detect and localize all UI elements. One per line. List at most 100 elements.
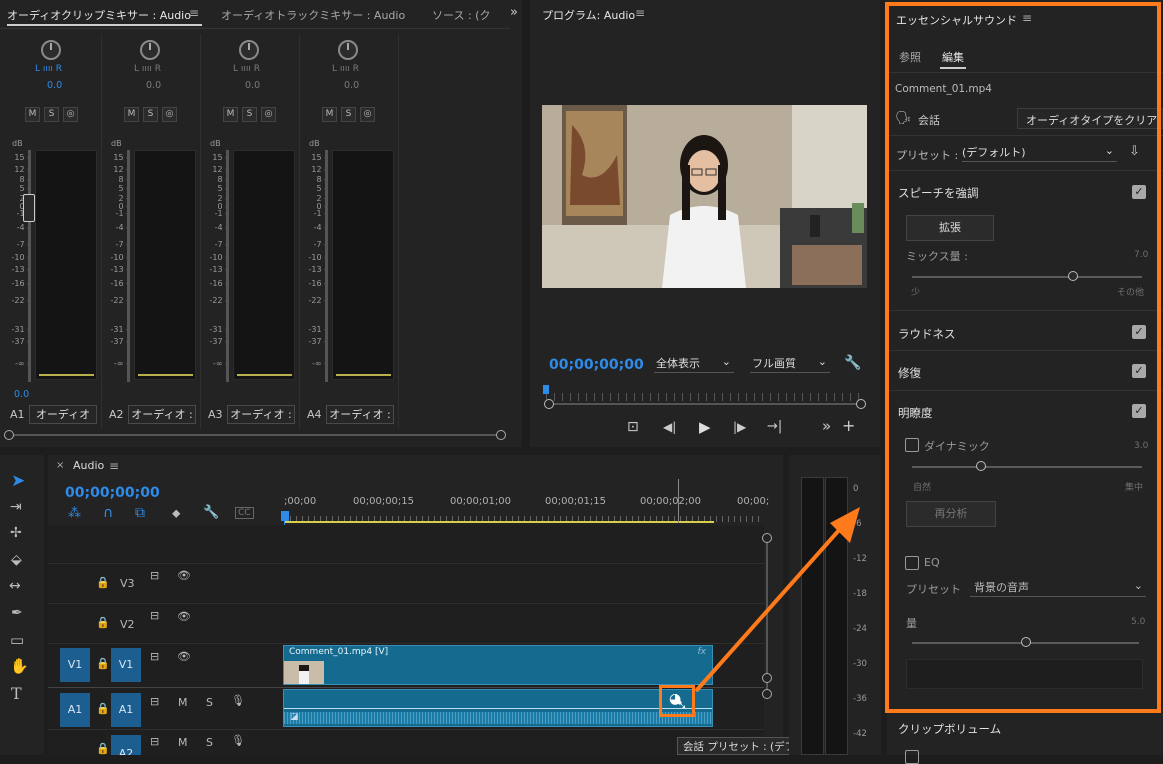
fader-track[interactable] [226, 150, 229, 382]
mute-button[interactable]: M [178, 736, 188, 749]
amount-thumb[interactable] [1020, 637, 1031, 647]
volume-rubber-band[interactable] [284, 708, 712, 709]
step-back-icon[interactable]: ◀| [663, 420, 676, 434]
more-controls-icon[interactable]: » [822, 417, 831, 435]
panel-menu-icon[interactable]: ≡ [189, 6, 199, 20]
pan-knob[interactable] [140, 40, 160, 60]
scrub-bar[interactable] [546, 393, 862, 401]
sync-lock-icon[interactable]: ⊟ [150, 569, 159, 582]
eye-icon[interactable]: 👁 [177, 610, 191, 623]
sync-lock-icon[interactable]: ⊟ [150, 650, 159, 663]
dynamics-checkbox[interactable] [905, 438, 919, 452]
rectangle-tool-icon[interactable]: ▭ [10, 631, 24, 649]
panel-menu-icon[interactable]: ≡ [635, 6, 645, 20]
razor-tool-icon[interactable]: ⬙ [11, 552, 22, 568]
keyframe-button[interactable]: ◎ [63, 107, 78, 122]
go-to-out-icon[interactable]: →| [767, 419, 782, 434]
wrench-icon[interactable]: 🔧 [844, 355, 861, 371]
keyframe-button[interactable]: ◎ [162, 107, 177, 122]
volume-fader-handle[interactable] [23, 194, 35, 222]
lock-icon[interactable]: 🔒 [96, 657, 110, 670]
eq-checkbox[interactable] [905, 556, 919, 570]
solo-button[interactable]: S [206, 736, 213, 749]
add-button-icon[interactable]: + [842, 416, 855, 435]
clip-volume-checkbox[interactable] [905, 750, 919, 764]
fader-track[interactable] [28, 150, 31, 382]
hand-tool-icon[interactable]: ✋ [10, 657, 29, 675]
tab-browse[interactable]: 参照 [899, 49, 921, 65]
channel-name-a4[interactable]: オーディオ : [326, 405, 394, 424]
mute-button[interactable]: M [322, 107, 337, 122]
panel-menu-icon[interactable]: ≡ [109, 459, 119, 473]
dynamics-thumb[interactable] [976, 461, 986, 471]
type-tool-icon[interactable]: T [11, 684, 22, 703]
insert-nest-icon[interactable]: ⁂ [68, 506, 81, 521]
solo-button[interactable]: S [143, 107, 158, 122]
panel-menu-icon[interactable]: ≡ [1022, 11, 1032, 25]
tab-audio-clip-mixer[interactable]: オーディオクリップミキサー : Audio [7, 7, 191, 23]
source-patch-v1[interactable]: V1 [60, 648, 90, 682]
track-target-a1[interactable]: A1 [111, 693, 141, 727]
repair-checkbox[interactable]: ✓ [1132, 364, 1146, 378]
track-target-a2[interactable]: A2 [111, 735, 141, 755]
playhead-marker[interactable] [543, 385, 549, 394]
lift-icon[interactable]: ⊡ [627, 419, 639, 435]
audio-clip[interactable]: ◪ [283, 689, 713, 727]
video-clip[interactable]: Comment_01.mp4 [V] fx [283, 645, 713, 685]
sequence-tab[interactable]: Audio [73, 459, 104, 472]
captions-icon[interactable]: CC [235, 507, 254, 519]
solo-button[interactable]: S [44, 107, 59, 122]
selection-tool-icon[interactable]: ➤ [11, 471, 25, 491]
channel-name-a2[interactable]: オーディオ : [128, 405, 196, 424]
ripple-edit-tool-icon[interactable]: ✢ [10, 525, 22, 541]
wrench-icon[interactable]: 🔧 [203, 505, 219, 520]
sync-lock-icon[interactable]: ⊟ [150, 735, 159, 748]
zoom-handle-left[interactable] [544, 399, 554, 409]
linked-selection-icon[interactable]: ⧉ [135, 505, 145, 521]
pen-tool-icon[interactable]: ✒ [11, 605, 23, 621]
pan-knob[interactable] [338, 40, 358, 60]
microphone-icon[interactable]: 🎙 [231, 694, 245, 707]
work-area-bar[interactable] [284, 521, 714, 523]
keyframe-button[interactable]: ◎ [261, 107, 276, 122]
channel-name-a1[interactable]: オーディオ [29, 405, 97, 424]
save-preset-icon[interactable]: ⇩ [1129, 144, 1140, 159]
tab-edit[interactable]: 編集 [942, 49, 964, 65]
marker-icon[interactable]: ⬥ [172, 506, 180, 521]
scroll-handle-left[interactable] [4, 430, 14, 440]
track-target-v1[interactable]: V1 [111, 648, 141, 682]
dynamics-slider[interactable] [912, 466, 1142, 468]
channel-name-a3[interactable]: オーディオ : [227, 405, 295, 424]
clarity-checkbox[interactable]: ✓ [1132, 404, 1146, 418]
step-forward-icon[interactable]: |▶ [733, 420, 746, 434]
mute-button[interactable]: M [178, 696, 188, 709]
zoom-handle-right[interactable] [856, 399, 866, 409]
program-timecode[interactable]: 00;00;00;00 [549, 357, 644, 373]
mixer-scrollbar[interactable] [8, 434, 501, 436]
zoom-dropdown[interactable]: 全体表示 ⌄ [654, 355, 734, 373]
eq-preset-dropdown[interactable]: 背景の音声 ⌄ [970, 579, 1146, 597]
play-icon[interactable]: ▶ [699, 418, 711, 436]
loudness-checkbox[interactable]: ✓ [1132, 325, 1146, 339]
lock-icon[interactable]: 🔒 [96, 576, 110, 589]
preset-dropdown[interactable]: (デフォルト) ⌄ [962, 144, 1117, 162]
track-select-tool-icon[interactable]: ⇥ [10, 499, 22, 515]
enhance-speech-checkbox[interactable]: ✓ [1132, 185, 1146, 199]
mix-amount-thumb[interactable] [1068, 271, 1078, 281]
tab-source[interactable]: ソース : (ク [432, 7, 490, 23]
source-patch-a1[interactable]: A1 [60, 693, 90, 727]
more-tabs-icon[interactable]: » [510, 5, 518, 20]
timeline-timecode[interactable]: 00;00;00;00 [65, 485, 160, 501]
tab-audio-track-mixer[interactable]: オーディオトラックミキサー : Audio [221, 7, 405, 23]
zoom-bar[interactable] [548, 403, 861, 405]
mix-amount-slider[interactable] [912, 276, 1142, 278]
solo-button[interactable]: S [341, 107, 356, 122]
lock-icon[interactable]: 🔒 [96, 742, 110, 755]
microphone-icon[interactable]: 🎙 [231, 734, 245, 747]
clear-audio-type-button[interactable]: オーディオタイプをクリア [1017, 108, 1163, 129]
mute-button[interactable]: M [25, 107, 40, 122]
eye-icon[interactable]: 👁 [177, 569, 191, 582]
snap-icon[interactable]: ∩ [103, 505, 113, 521]
pan-knob[interactable] [41, 40, 61, 60]
fader-track[interactable] [325, 150, 328, 382]
